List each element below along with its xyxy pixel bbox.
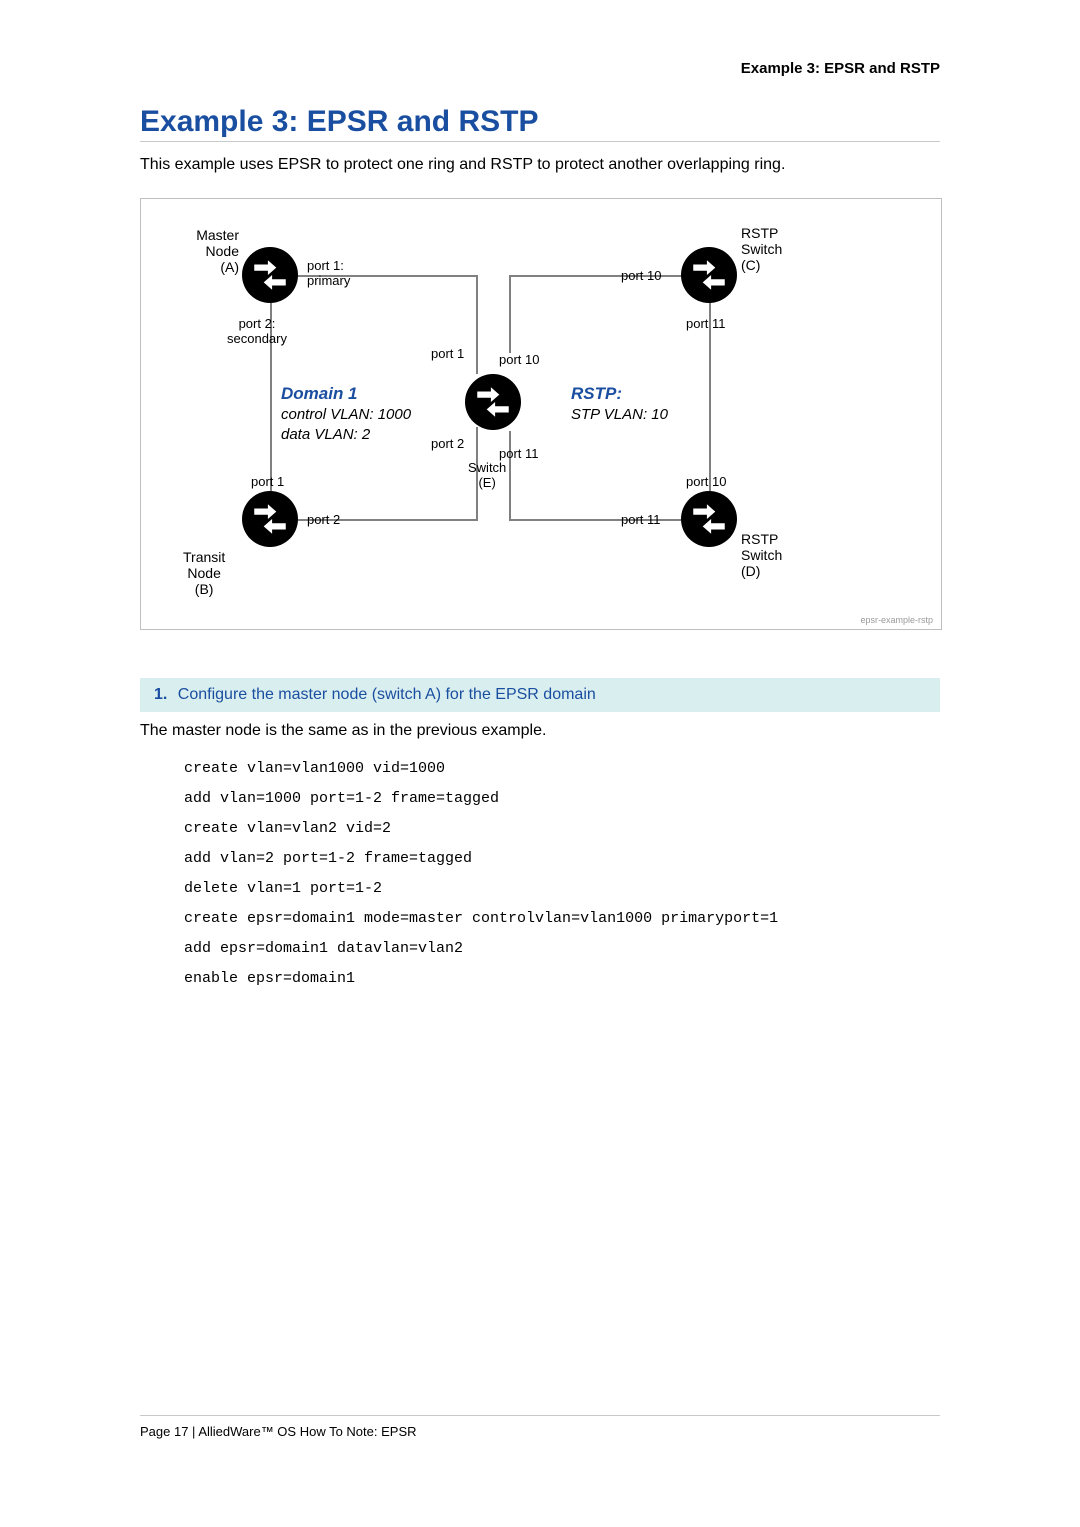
- intro-paragraph: This example uses EPSR to protect one ri…: [140, 156, 940, 174]
- node-c-port10-label: port 10: [621, 269, 661, 284]
- switch-icon: [242, 247, 298, 303]
- node-b-port2-label: port 2: [307, 513, 340, 528]
- rstp-title: RSTP:: [571, 383, 668, 405]
- switch-icon: [681, 491, 737, 547]
- running-header: Example 3: EPSR and RSTP: [140, 60, 940, 77]
- domain1-control-vlan: control VLAN: 1000: [281, 405, 411, 425]
- step-heading: 1. Configure the master node (switch A) …: [140, 678, 940, 712]
- switch-icon: [465, 374, 521, 430]
- node-e-label: Switch (E): [468, 461, 506, 491]
- node-e-port1-label: port 1: [431, 347, 464, 362]
- node-e-port11-label: port 11: [499, 447, 539, 462]
- switch-icon: [681, 247, 737, 303]
- switch-icon: [242, 491, 298, 547]
- node-a-label: Master Node (A): [169, 227, 239, 275]
- node-e-port10-label: port 10: [499, 353, 539, 368]
- domain1-data-vlan: data VLAN: 2: [281, 425, 411, 445]
- node-a-port1-label: port 1: primary: [307, 259, 350, 289]
- step-number: 1.: [154, 686, 167, 703]
- rstp-vlan: STP VLAN: 10: [571, 405, 668, 425]
- node-d-label: RSTP Switch (D): [741, 531, 782, 579]
- node-d-port11-label: port 11: [621, 513, 661, 528]
- node-b-port1-label: port 1: [251, 475, 284, 490]
- topology-diagram: Master Node (A) port 1: primary port 2: …: [140, 198, 942, 630]
- node-e-port2-label: port 2: [431, 437, 464, 452]
- node-c-label: RSTP Switch (C): [741, 225, 782, 273]
- step-title: Configure the master node (switch A) for…: [178, 686, 596, 703]
- node-a-port2-label: port 2: secondary: [227, 317, 287, 347]
- rstp-block: RSTP: STP VLAN: 10: [571, 383, 668, 425]
- node-c-port11-label: port 11: [686, 317, 726, 332]
- diagram-watermark: epsr-example-rstp: [860, 615, 933, 625]
- node-d-port10-label: port 10: [686, 475, 726, 490]
- code-block: create vlan=vlan1000 vid=1000 add vlan=1…: [184, 754, 940, 994]
- page-footer: Page 17 | AlliedWare™ OS How To Note: EP…: [140, 1415, 940, 1439]
- step-paragraph: The master node is the same as in the pr…: [140, 722, 940, 740]
- node-b-label: Transit Node (B): [183, 549, 225, 597]
- section-title: Example 3: EPSR and RSTP: [140, 105, 940, 142]
- domain1-block: Domain 1 control VLAN: 1000 data VLAN: 2: [281, 383, 411, 444]
- domain1-title: Domain 1: [281, 383, 411, 405]
